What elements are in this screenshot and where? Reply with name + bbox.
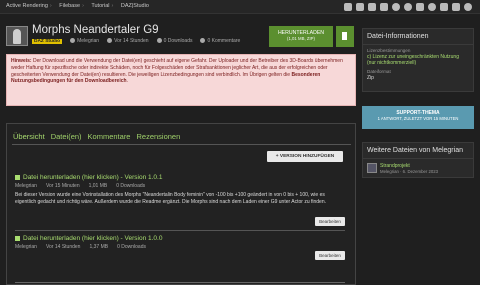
more-file-meta: Melegrian · 6. Dezember 2023 <box>380 169 439 174</box>
version-meta: Melegrian Vor 15 Minuten 1,01 MB 0 Downl… <box>15 183 345 189</box>
license-label: Lizenzbestimmungen <box>367 48 411 53</box>
file-info-title: Datei-Informationen <box>363 29 473 45</box>
version-entry: Datei herunterladen (hier klicken) - Ver… <box>15 235 345 260</box>
version-download-link[interactable]: Datei herunterladen (hier klicken) - Ver… <box>15 174 345 181</box>
breadcrumb-separator: › <box>111 3 114 9</box>
more-files-title: Weitere Dateien von Melegrian <box>363 143 473 159</box>
breadcrumb-item-filebase[interactable]: Filebase <box>59 3 80 9</box>
file-type-label: Dateiformat <box>367 69 391 74</box>
version-size: 1,37 MB <box>89 244 109 250</box>
instagram-icon[interactable] <box>416 3 424 11</box>
version-title: Datei herunterladen (hier klicken) - Ver… <box>23 235 163 242</box>
mail-icon[interactable] <box>440 3 448 11</box>
license-link[interactable]: c) Lizenz zur uneingeschränkten Nutzung … <box>363 53 473 66</box>
clock-icon <box>107 38 113 44</box>
page-title: Morphs Neandertaler G9 <box>32 24 159 36</box>
twitter-icon[interactable] <box>380 3 388 11</box>
version-size: 1,01 MB <box>88 183 108 189</box>
comments-meta: 0 Kommentare <box>200 38 240 44</box>
add-version-button[interactable]: + VERSION HINZUFÜGEN <box>267 151 343 162</box>
support-thread-button[interactable]: SUPPORT-THEMA 1 ANTWORT, ZULETZT VOR 15 … <box>362 106 474 129</box>
paypal-icon[interactable] <box>404 3 412 11</box>
edit-button[interactable]: Bearbeiten <box>315 217 345 226</box>
more-files-panel: Weitere Dateien von Melegrian Strandproj… <box>362 142 474 178</box>
social-icons <box>344 3 472 11</box>
tab-reviews[interactable]: Rezensionen <box>136 132 180 141</box>
file-info-panel: Datei-Informationen Lizenzbestimmungen c… <box>362 28 474 92</box>
author-link[interactable]: Melegrian <box>77 38 99 44</box>
version-divider <box>15 282 345 283</box>
version-author[interactable]: Melegrian <box>15 244 37 250</box>
version-date: Vor 15 Minuten <box>45 183 80 189</box>
youtube-icon[interactable] <box>356 3 364 11</box>
date-meta: Vor 14 Stunden <box>107 38 149 44</box>
download-icon <box>15 174 20 180</box>
file-thumbnail <box>367 163 377 173</box>
author-meta: Melegrian <box>70 38 99 44</box>
more-file-text: Strandprojekt Melegrian · 6. Dezember 20… <box>380 163 438 175</box>
version-downloads: 0 Downloads <box>117 244 146 250</box>
github-icon[interactable] <box>428 3 436 11</box>
download-button-size: (1,01 MB, ZIP) <box>287 36 315 41</box>
bookmark-button[interactable] <box>336 26 354 47</box>
user-icon <box>70 38 76 44</box>
breadcrumb-item-active-rendering[interactable]: Active Rendering <box>6 3 48 9</box>
comments-text: 0 Kommentare <box>207 38 241 44</box>
version-author[interactable]: Melegrian <box>15 183 37 189</box>
breadcrumb: Active Rendering › Filebase › Tutorial › DA… <box>6 3 151 9</box>
comment-icon <box>200 38 206 44</box>
twitch-icon[interactable] <box>344 3 352 11</box>
list-item[interactable]: Strandprojekt Melegrian · 6. Dezember 20… <box>363 159 473 179</box>
tabs-container: Übersicht Datei(en) Kommentare Rezension… <box>6 123 356 285</box>
breadcrumb-item-tutorial[interactable]: Tutorial <box>91 3 109 9</box>
version-date: Vor 14 Stunden <box>45 244 81 250</box>
date-text: Vor 14 Stunden <box>114 38 149 44</box>
breadcrumb-item-daz-studio[interactable]: DAZ|Studio <box>121 3 149 9</box>
file-meta: DAZ Studio Melegrian Vor 14 Stunden 0 Do… <box>32 38 240 44</box>
version-divider <box>15 230 345 231</box>
warning-prefix: Hinweis: <box>11 58 32 64</box>
top-bar: Active Rendering › Filebase › Tutorial › DA… <box>0 0 480 14</box>
version-description: Bei dieser Version wurde eine Vorinstall… <box>15 192 327 205</box>
user-icon[interactable] <box>464 3 472 11</box>
file-type-value: Zip <box>367 75 374 81</box>
warning-notice: Hinweis: Der Download und die Verwendung… <box>6 54 356 106</box>
tab-divider <box>12 144 351 145</box>
facebook-icon[interactable] <box>368 3 376 11</box>
warning-suffix: . <box>126 78 128 85</box>
support-subtitle: 1 ANTWORT, ZULETZT VOR 15 MINUTEN <box>377 116 459 121</box>
version-downloads: 0 Downloads <box>116 183 146 189</box>
download-button[interactable]: HERUNTERLADEN (1,01 MB, ZIP) <box>269 26 333 47</box>
tab-files[interactable]: Datei(en) <box>51 132 82 141</box>
version-meta: Melegrian Vor 14 Stunden 1,37 MB 0 Downl… <box>15 244 345 250</box>
version-entry: Datei herunterladen (hier klicken) - Ver… <box>15 174 345 226</box>
file-thumbnail <box>6 26 28 46</box>
category-badge[interactable]: DAZ Studio <box>32 38 63 44</box>
version-download-link[interactable]: Datei herunterladen (hier klicken) - Ver… <box>15 235 345 242</box>
version-title: Datei herunterladen (hier klicken) - Ver… <box>23 174 163 181</box>
tab-comments[interactable]: Kommentare <box>88 132 131 141</box>
breadcrumb-separator: › <box>49 3 52 9</box>
downloads-meta: 0 Downloads <box>156 38 193 44</box>
tab-bar: Übersicht Datei(en) Kommentare Rezension… <box>13 132 180 141</box>
edit-button[interactable]: Bearbeiten <box>315 251 345 260</box>
download-icon <box>156 38 162 44</box>
download-icon <box>15 235 20 241</box>
downloads-text: 0 Downloads <box>163 38 193 44</box>
discord-icon[interactable] <box>392 3 400 11</box>
breadcrumb-separator: › <box>82 3 84 9</box>
tab-overview[interactable]: Übersicht <box>13 132 45 141</box>
rss-icon[interactable] <box>452 3 460 11</box>
